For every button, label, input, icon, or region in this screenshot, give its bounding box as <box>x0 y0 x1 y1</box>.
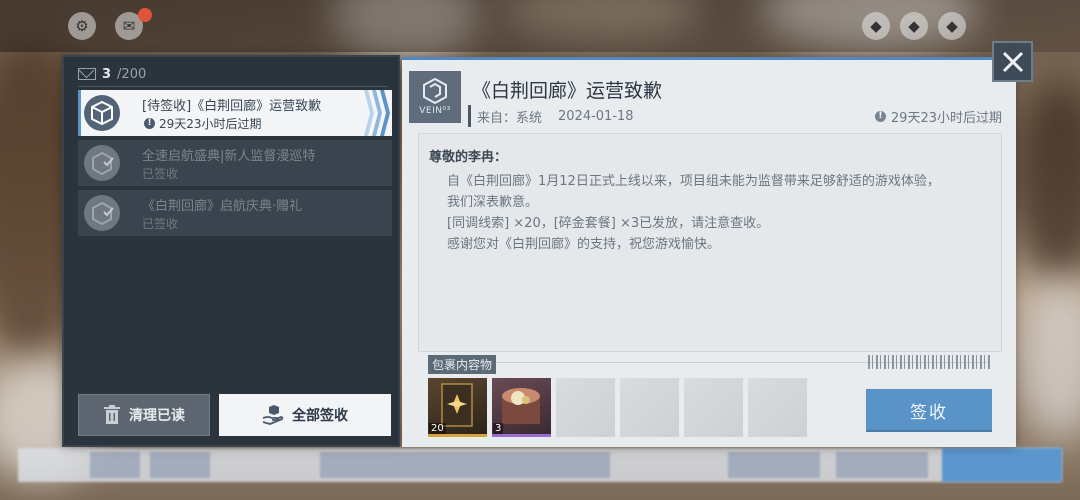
close-icon <box>1002 51 1023 72</box>
barcode-decoration <box>868 355 990 369</box>
bottom-bar-block <box>320 452 610 478</box>
sender-logo: VEIN⁰³ <box>409 71 461 123</box>
package-icon <box>84 95 120 131</box>
mail-meta: 来自：系统 2024-01-18 ! 29天23小时后过期 <box>468 105 1002 127</box>
attachment-slot-empty <box>620 378 679 437</box>
alert-icon: ! <box>144 118 155 129</box>
active-indicator <box>78 90 81 136</box>
hud-icon-2[interactable]: ◆ <box>900 12 928 40</box>
mail-body: 尊敬的李冉： 自《白荆回廊》1月12日正式上线以来，项目组未能为监督带来足够舒适… <box>418 133 1002 352</box>
mail-item-title: 《白荆回廊》启航庆典·赠礼 <box>142 199 303 214</box>
mail-count-current: 3 <box>102 66 112 82</box>
attachment-slot-empty <box>556 378 615 437</box>
logo-icon <box>423 78 447 104</box>
mail-count: 3/200 <box>78 65 146 83</box>
logo-text: VEIN⁰³ <box>419 106 451 116</box>
bottom-bar-block <box>150 452 210 478</box>
attachment-quantity: 3 <box>493 423 504 434</box>
clear-read-button[interactable]: 清理已读 <box>78 394 210 436</box>
body-line: 感谢您对《白荆回廊》的支持，祝您游戏愉快。 <box>447 237 721 252</box>
sender-label: 来自：系统 <box>477 110 543 126</box>
hand-package-icon <box>262 405 284 425</box>
bottom-bar-right <box>942 448 1062 482</box>
clear-read-label: 清理已读 <box>129 408 185 424</box>
mail-item-expiry: 29天23小时后过期 <box>159 117 262 131</box>
attachments-label: 包裹内容物 <box>428 355 497 374</box>
bottom-bar-block <box>90 452 140 478</box>
mail-list-panel: 3/200 [待签收]《白荆回廊》运营致歉 ! 29天23小时后过期 全速启航盛… <box>62 55 400 447</box>
envelope-icon <box>78 68 96 80</box>
claim-button[interactable]: 签收 <box>866 389 992 432</box>
bottom-bar-block <box>728 452 820 478</box>
bottom-bar-block <box>836 452 928 478</box>
notification-badge <box>138 8 152 22</box>
settings-icon[interactable]: ⚙ <box>68 12 96 40</box>
body-line: [同调线索] ×20，[碎金套餐] ×3已发放，请注意查收。 <box>447 216 770 231</box>
claim-all-button[interactable]: 全部签收 <box>219 394 391 436</box>
greeting: 尊敬的李冉： <box>429 150 508 165</box>
mail-item-title: 全速启航盛典|新人监督漫巡特 <box>142 149 316 164</box>
mail-item-2[interactable]: 全速启航盛典|新人监督漫巡特 已签收 <box>78 140 392 186</box>
mail-item-subtitle: ! 29天23小时后过期 <box>144 115 262 132</box>
mail-item-1[interactable]: [待签收]《白荆回廊》运营致歉 ! 29天23小时后过期 <box>78 90 392 136</box>
attachment-item-2[interactable]: 3 <box>492 378 551 437</box>
package-opened-icon <box>84 195 120 231</box>
divider <box>78 86 388 87</box>
mail-item-status: 已签收 <box>142 167 179 181</box>
mail-detail-panel: VEIN⁰³ 《白荆回廊》运营致歉 来自：系统 2024-01-18 ! 29天… <box>402 57 1016 447</box>
mail-item-status: 已签收 <box>142 217 179 231</box>
body-line: 我们深表歉意。 <box>447 195 539 210</box>
attachment-item-1[interactable]: 20 <box>428 378 487 437</box>
package-opened-icon <box>84 145 120 181</box>
close-button[interactable] <box>992 41 1033 82</box>
claim-all-label: 全部签收 <box>292 408 348 424</box>
hud-icon-3[interactable]: ◆ <box>938 12 966 40</box>
trash-icon <box>104 405 120 424</box>
body-line: 自《白荆回廊》1月12日正式上线以来，项目组未能为监督带来足够舒适的游戏体验， <box>447 174 940 189</box>
mail-item-3[interactable]: 《白荆回廊》启航庆典·赠礼 已签收 <box>78 190 392 236</box>
attachment-slot-empty <box>684 378 743 437</box>
alert-icon: ! <box>874 110 886 122</box>
hud-icon-1[interactable]: ◆ <box>862 12 890 40</box>
chevron-right-icon <box>364 90 390 136</box>
mail-count-total: /200 <box>117 66 147 82</box>
expiry-text: 29天23小时后过期 <box>890 110 1002 126</box>
mail-item-title: [待签收]《白荆回廊》运营致歉 <box>142 99 322 114</box>
mail-title: 《白荆回廊》运营致歉 <box>472 80 663 102</box>
expiry-info: ! 29天23小时后过期 <box>874 107 1002 126</box>
mail-date: 2024-01-18 <box>558 108 634 124</box>
attachment-slot-empty <box>748 378 807 437</box>
attachment-quantity: 20 <box>429 423 446 434</box>
